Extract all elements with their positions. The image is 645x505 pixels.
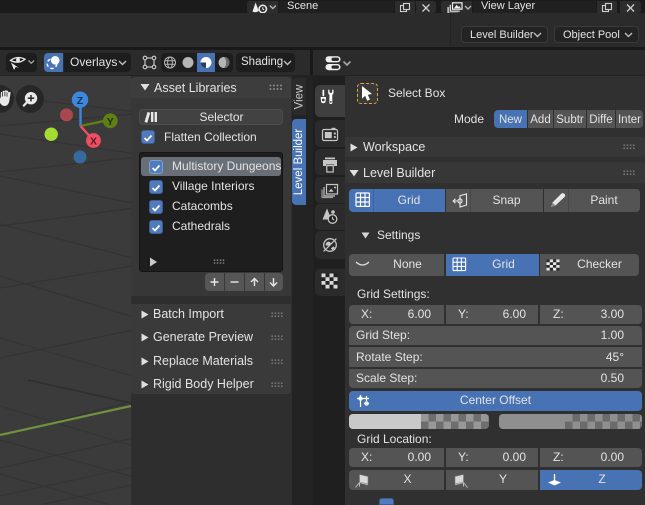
svg-text:X: X: [90, 136, 97, 148]
svg-text:Z: Z: [77, 95, 84, 107]
svg-text:Y: Y: [107, 116, 114, 128]
